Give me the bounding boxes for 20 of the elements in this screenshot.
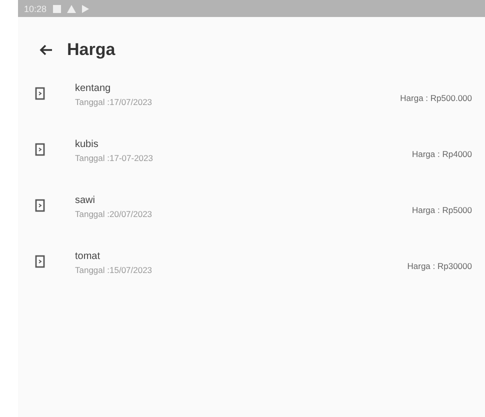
back-icon[interactable] <box>39 44 53 56</box>
page-title: Harga <box>67 40 116 60</box>
item-price: Harga : Rp30000 <box>407 261 472 271</box>
status-time: 10:28 <box>24 4 47 14</box>
item-date: Tanggal :15/07/2023 <box>75 265 152 275</box>
document-icon <box>35 255 45 268</box>
item-name: kentang <box>75 83 112 94</box>
play-icon <box>82 4 89 12</box>
item-name: kubis <box>75 139 100 150</box>
item-date: Tanggal :20/07/2023 <box>75 209 152 219</box>
document-icon <box>35 87 45 100</box>
item-date: Tanggal :17-07-2023 <box>75 153 153 163</box>
item-price: Harga : Rp5000 <box>412 205 472 215</box>
item-price: Harga : Rp4000 <box>412 149 472 159</box>
document-icon <box>35 199 45 212</box>
document-icon <box>35 143 45 156</box>
item-name: tomat <box>75 251 102 262</box>
item-price: Harga : Rp500.000 <box>400 93 472 103</box>
item-name: sawi <box>75 195 96 206</box>
item-date: Tanggal :17/07/2023 <box>75 97 152 107</box>
